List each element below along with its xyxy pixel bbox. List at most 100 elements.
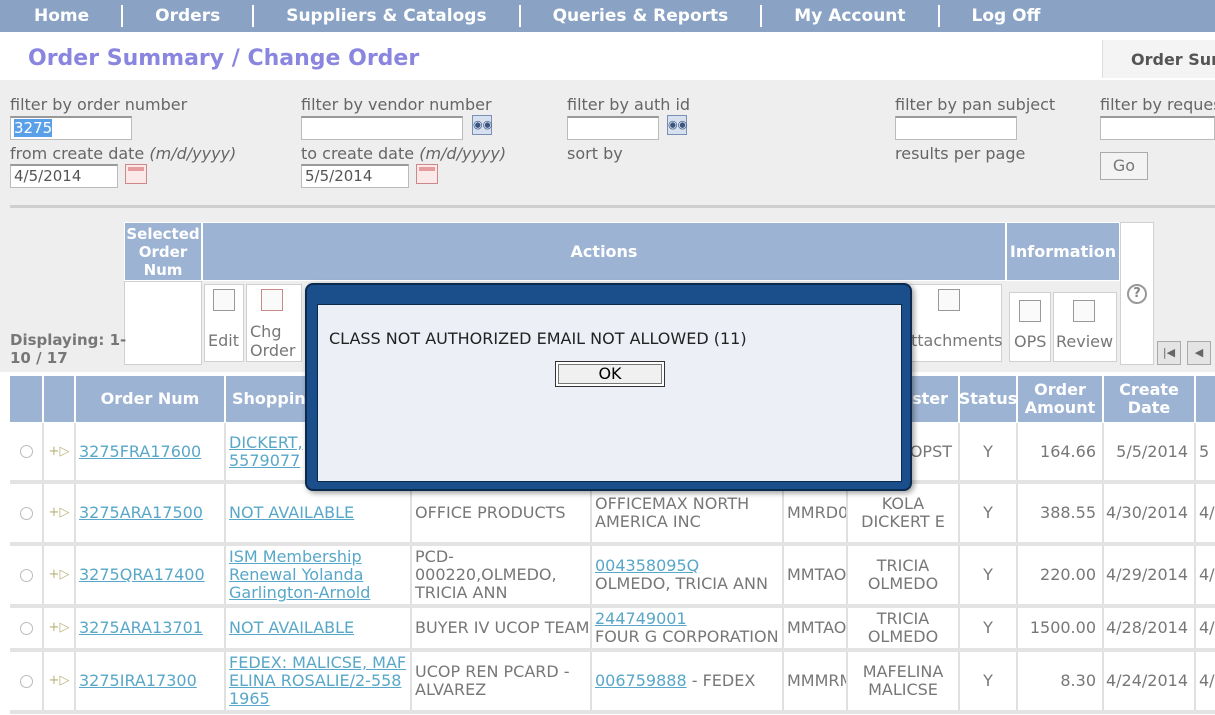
create-date-col-header[interactable]: Create Date [1104,376,1196,422]
nav-my-account[interactable]: My Account [760,5,937,27]
row-radio[interactable] [19,506,33,520]
expand-col-header [44,376,76,422]
requester-filter-label: filter by reques [1100,95,1215,114]
supplier-num-link[interactable]: 244749001 [595,610,687,628]
order-num-link[interactable]: 3275QRA17400 [79,566,205,584]
extra-cell: 5 [1199,441,1210,461]
status-cell: Y [960,484,1018,542]
code-cell: MMTAO [784,608,848,648]
shopping-link[interactable]: NOT AVAILABLE [229,504,354,522]
nav-queries-reports[interactable]: Queries & Reports [518,5,761,27]
expand-icon[interactable]: +▷ [49,443,70,461]
status-cell: Y [960,546,1018,604]
nav-log-off[interactable]: Log Off [937,5,1073,27]
extra-col-header [1196,376,1215,422]
date-cell: 4/24/2014 [1104,652,1196,710]
extra-cell: 4/ [1199,503,1215,522]
shopping-link[interactable]: DICKERT, [229,433,303,452]
table-row[interactable]: +▷ 3275QRA17400 ISM Membership Renewal Y… [10,546,1215,604]
page-title: Order Summary / Change Order [28,46,420,71]
status-cell: Y [960,608,1018,648]
alert-dialog: CLASS NOT AUTHORIZED EMAIL NOT ALLOWED (… [305,283,912,491]
nav-orders[interactable]: Orders [121,5,252,27]
alert-message: CLASS NOT AUTHORIZED EMAIL NOT ALLOWED (… [329,329,747,348]
pan-subject-filter-label: filter by pan subject [895,95,1056,114]
displaying-count: Displaying: 1-10 / 17 [10,331,127,367]
status-cell: Y [960,652,1018,710]
status-col-header[interactable]: Status [959,376,1018,422]
order-number-filter-label: filter by order number [10,95,188,114]
shopping-link[interactable]: ISM Membership Renewal Yolanda Garlingto… [229,548,407,602]
order-num-link[interactable]: 3275ARA17500 [79,504,203,522]
requester-cell: TRICIA OLMEDO [848,546,960,604]
table-row[interactable]: +▷ 3275ARA17500 NOT AVAILABLE OFFICE PRO… [10,484,1215,542]
ok-button[interactable]: OK [555,361,665,387]
table-row[interactable]: +▷ 3275IRA17300 FEDEX: MALICSE, MAFELINA… [10,652,1215,710]
vendor-number-filter-input[interactable] [301,116,463,140]
row-radio[interactable] [19,674,33,688]
ops-icon [1019,300,1041,322]
requester-cell: KOLA DICKERT E [848,484,960,542]
buyer-cell: UCOP REN PCARD - ALVAREZ [412,652,592,710]
vendor-number-filter-label: filter by vendor number [301,95,492,114]
supplier-num-link[interactable]: 004358095Q [595,557,699,575]
date-cell: 5/5/2014 [1104,423,1196,480]
selected-order-num-box [124,281,202,365]
table-row[interactable]: +▷ 3275ARA13701 NOT AVAILABLE BUYER IV U… [10,608,1215,648]
to-date-label: to create date (m/d/yyyy) [301,144,507,163]
binoculars-icon[interactable]: ◉◉ [667,115,687,135]
order-num-col-header[interactable]: Order Num [76,376,226,422]
chg-order-label: Chg Order [250,322,296,360]
expand-icon[interactable]: +▷ [49,504,70,522]
shopping-link[interactable]: 5579077 [229,451,300,470]
row-radio[interactable] [19,445,33,458]
order-num-link[interactable]: 3275FRA17600 [79,442,201,461]
expand-icon[interactable]: +▷ [49,619,70,637]
pan-subject-filter-input[interactable] [895,116,1017,140]
auth-id-filter-label: filter by auth id [567,95,691,114]
calendar-icon[interactable] [416,164,438,184]
attachments-icon [938,289,960,311]
row-radio[interactable] [19,621,33,635]
row-radio[interactable] [19,568,33,582]
auth-id-filter-input[interactable] [567,116,659,140]
selected-order-num-header: Selected Order Num [124,222,202,281]
divider [10,205,1215,208]
help-icon[interactable]: ? [1127,284,1147,304]
order-summary-tab[interactable]: Order Sum [1102,40,1215,78]
results-per-page-label: results per page [895,144,1026,163]
nav-home[interactable]: Home [0,5,121,27]
supplier-cell: OFFICEMAX NORTH AMERICA INC [592,484,784,542]
shopping-link[interactable]: FEDEX: MALICSE, MAFELINA ROSALIE/2-55819… [229,654,407,708]
first-page-icon[interactable]: |◀ [1157,341,1181,365]
edit-label: Edit [208,331,239,350]
order-num-link[interactable]: 3275IRA17300 [79,672,197,690]
supplier-name: FOUR G CORPORATION [595,627,779,646]
ops-label: OPS [1014,332,1047,351]
information-header: Information [1006,222,1120,281]
requester-cell: MAFELINA MALICSE [848,652,960,710]
prev-page-icon[interactable]: ◀ [1187,341,1211,365]
shopping-link[interactable]: NOT AVAILABLE [229,619,354,637]
go-button[interactable]: Go [1100,152,1148,180]
to-date-input[interactable]: 5/5/2014 [301,164,409,188]
binoculars-icon[interactable]: ◉◉ [472,115,492,135]
buyer-cell: PCD-000220,OLMEDO, TRICIA ANN [412,546,592,604]
from-date-input[interactable]: 4/5/2014 [10,164,118,188]
extra-cell: 4/ [1199,565,1215,584]
actions-header: Actions [202,222,1006,281]
expand-icon[interactable]: +▷ [49,566,70,584]
order-amount-col-header[interactable]: Order Amount [1018,376,1104,422]
supplier-num-link[interactable]: 006759888 [595,672,687,690]
review-icon [1073,300,1095,322]
order-num-link[interactable]: 3275ARA13701 [79,619,203,637]
alert-dialog-body: CLASS NOT AUTHORIZED EMAIL NOT ALLOWED (… [317,304,902,482]
supplier-name: OLMEDO, TRICIA ANN [595,574,768,593]
date-cell: 4/28/2014 [1104,608,1196,648]
nav-suppliers-catalogs[interactable]: Suppliers & Catalogs [252,5,518,27]
calendar-icon[interactable] [125,164,147,184]
sort-by-label: sort by [567,144,623,163]
order-number-filter-input[interactable]: 3275 [10,116,132,140]
requester-filter-input[interactable] [1100,116,1215,140]
expand-icon[interactable]: +▷ [49,672,70,690]
